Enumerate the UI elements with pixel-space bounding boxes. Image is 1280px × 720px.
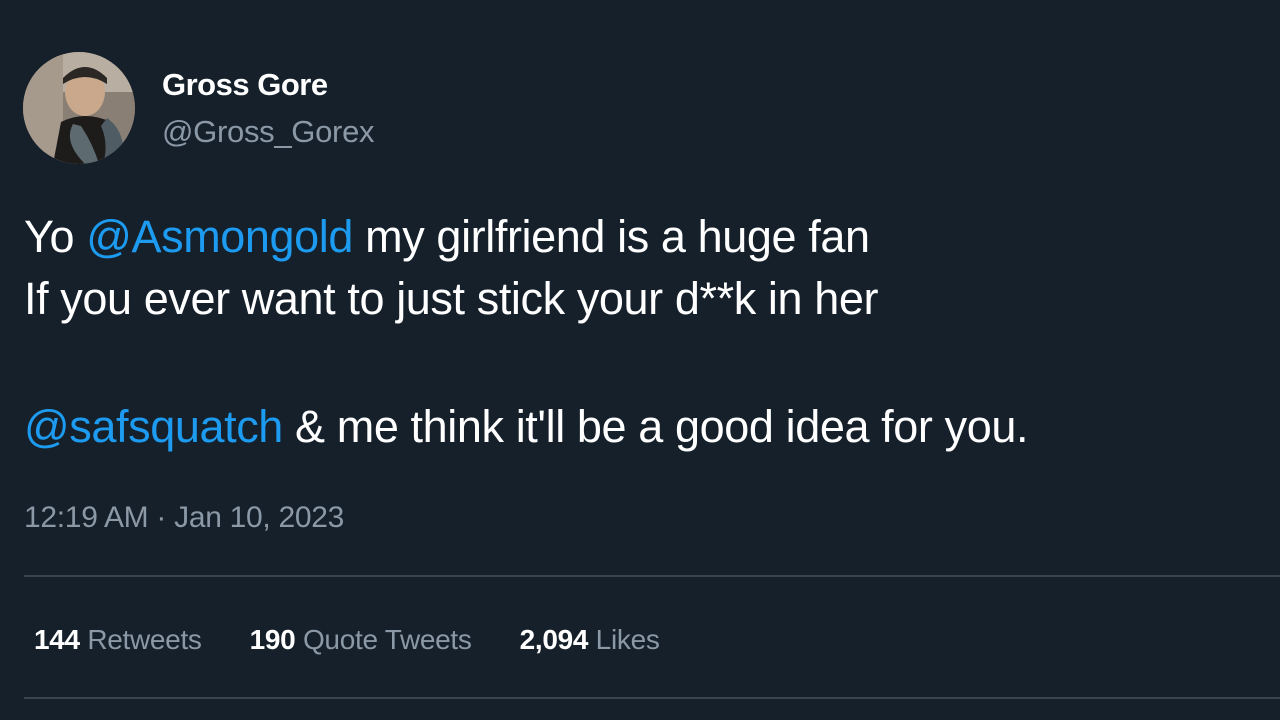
- avatar[interactable]: [23, 52, 135, 164]
- user-handle[interactable]: @Gross_Gorex: [162, 113, 375, 151]
- likes-count: 2,094: [519, 624, 589, 655]
- likes-label: Likes: [595, 624, 660, 655]
- mention-link-asmongold[interactable]: @Asmongold: [86, 211, 353, 262]
- divider: [24, 697, 1280, 699]
- tweet-card: Gross Gore @Gross_Gorex Yo @Asmongold my…: [0, 0, 1280, 720]
- divider: [24, 575, 1280, 577]
- tweet-text-segment: my girlfriend is a huge fan: [353, 211, 870, 262]
- tweet-line-2: If you ever want to just stick your d**k…: [24, 273, 879, 324]
- quote-tweets-label: Quote Tweets: [302, 624, 472, 655]
- retweets-stat[interactable]: 144 Retweets: [34, 620, 202, 660]
- avatar-image: [23, 52, 135, 164]
- tweet-line-3: @safsquatch & me think it'll be a good i…: [24, 396, 1264, 458]
- mention-link-safsquatch[interactable]: @safsquatch: [24, 401, 283, 452]
- tweet-text-segment: & me think it'll be a good idea for you.: [282, 401, 1029, 452]
- tweet-timestamp[interactable]: 12:19 AM · Jan 10, 2023: [24, 498, 344, 538]
- retweets-count: 144: [34, 624, 80, 655]
- display-name[interactable]: Gross Gore: [162, 66, 328, 104]
- tweet-line-1: Yo @Asmongold my girlfriend is a huge fa…: [24, 206, 1264, 268]
- line-break: [24, 330, 1264, 396]
- tweet-text: Yo @Asmongold my girlfriend is a huge fa…: [24, 206, 1264, 458]
- quote-tweets-count: 190: [249, 624, 296, 655]
- likes-stat[interactable]: 2,094 Likes: [520, 620, 660, 660]
- quote-tweets-stat[interactable]: 190 Quote Tweets: [250, 620, 472, 660]
- engagement-stats: 144 Retweets 190 Quote Tweets 2,094 Like…: [34, 620, 660, 660]
- retweets-label: Retweets: [87, 624, 202, 655]
- tweet-text-segment: Yo: [24, 211, 87, 262]
